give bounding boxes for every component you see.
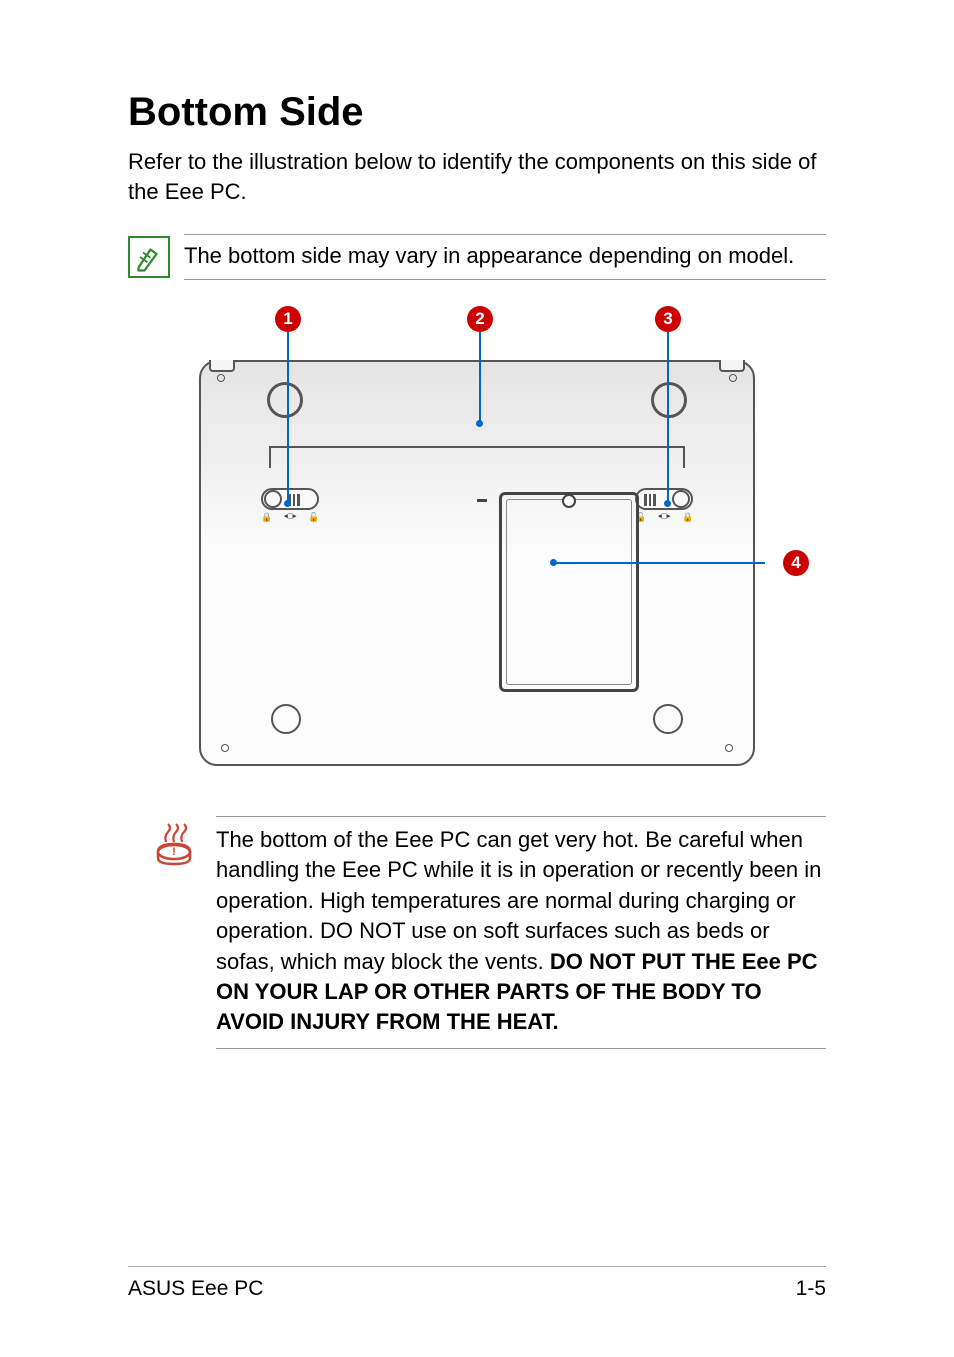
- page-title: Bottom Side: [128, 90, 826, 135]
- note-icon: [128, 236, 170, 278]
- footer-right: 1-5: [796, 1277, 826, 1301]
- memory-panel: [499, 492, 639, 692]
- callout-3: 3: [655, 306, 681, 332]
- hot-surface-icon: !: [154, 822, 194, 871]
- intro-text: Refer to the illustration below to ident…: [128, 147, 826, 206]
- page-footer: ASUS Eee PC 1-5: [128, 1266, 826, 1301]
- bottom-diagram: 1 2 3 4 🔒◂▢▸�: [167, 306, 787, 786]
- note-text: The bottom side may vary in appearance d…: [184, 241, 826, 271]
- callout-2: 2: [467, 306, 493, 332]
- callout-1: 1: [275, 306, 301, 332]
- warning-block: ! The bottom of the Eee PC can get very …: [154, 816, 826, 1049]
- footer-left: ASUS Eee PC: [128, 1277, 263, 1301]
- warning-text: The bottom of the Eee PC can get very ho…: [216, 825, 826, 1038]
- callout-4: 4: [783, 550, 809, 576]
- svg-text:!: !: [172, 846, 176, 858]
- note-block: The bottom side may vary in appearance d…: [128, 234, 826, 280]
